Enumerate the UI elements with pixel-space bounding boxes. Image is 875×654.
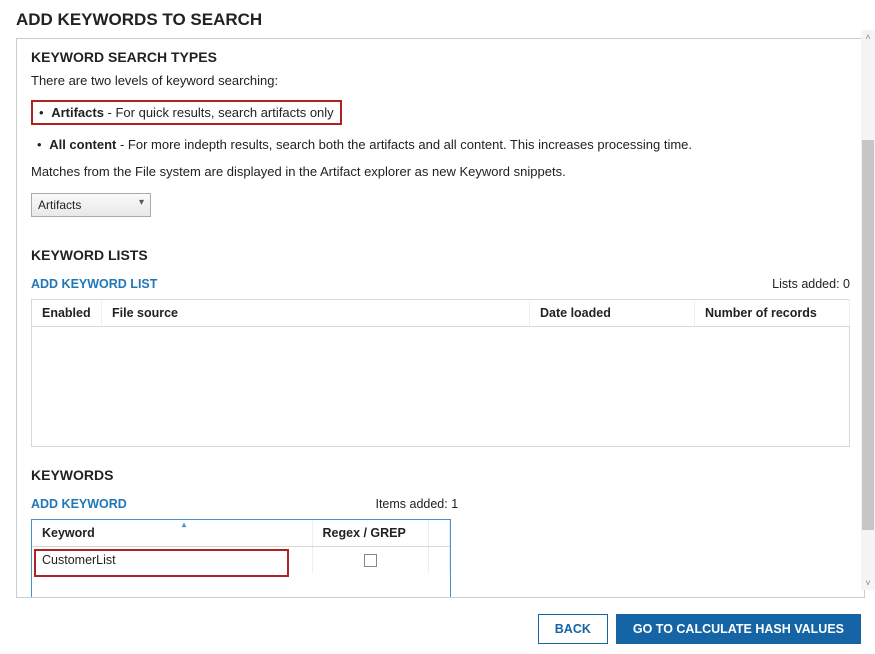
add-keyword-list-link[interactable]: ADD KEYWORD LIST — [31, 277, 157, 291]
add-keyword-link[interactable]: ADD KEYWORD — [31, 497, 127, 511]
keyword-lists-table: Enabled File source Date loaded Number o… — [31, 299, 850, 447]
search-types-heading: KEYWORD SEARCH TYPES — [31, 49, 850, 65]
col-regex[interactable]: Regex / GREP — [312, 520, 429, 547]
footer-buttons: BACK GO TO CALCULATE HASH VALUES — [538, 614, 861, 644]
lists-added-count: Lists added: 0 — [772, 277, 850, 291]
table-header-row: Enabled File source Date loaded Number o… — [32, 300, 850, 327]
col-keyword-label: Keyword — [42, 526, 95, 540]
search-type-dropdown[interactable]: Artifacts — [31, 193, 151, 217]
bullet-icon: • — [37, 137, 42, 152]
artifacts-label: Artifacts — [51, 105, 104, 120]
regex-cell[interactable] — [312, 547, 429, 574]
artifacts-desc: - For quick results, search artifacts on… — [104, 105, 334, 120]
regex-checkbox[interactable] — [364, 554, 377, 567]
search-types-intro: There are two levels of keyword searchin… — [31, 73, 850, 88]
back-button[interactable]: BACK — [538, 614, 608, 644]
sort-indicator-icon: ▴ — [182, 520, 186, 529]
keywords-heading: KEYWORDS — [31, 467, 850, 483]
allcontent-label: All content — [49, 137, 116, 152]
scrollbar-track[interactable]: ˄ ˅ — [861, 30, 875, 590]
col-file-source[interactable]: File source — [102, 300, 530, 327]
go-to-calculate-hash-button[interactable]: GO TO CALCULATE HASH VALUES — [616, 614, 861, 644]
col-num-records[interactable]: Number of records — [695, 300, 850, 327]
col-enabled[interactable]: Enabled — [32, 300, 102, 327]
main-panel: KEYWORD SEARCH TYPES There are two level… — [16, 38, 865, 598]
col-spacer — [429, 520, 450, 547]
keyword-cell[interactable]: CustomerList — [32, 547, 312, 574]
matches-note: Matches from the File system are display… — [31, 164, 850, 179]
allcontent-option: • All content - For more indepth results… — [31, 133, 850, 156]
items-added-count: Items added: 1 — [375, 497, 458, 511]
scroll-up-arrow-icon[interactable]: ˄ — [861, 30, 875, 44]
page-title: ADD KEYWORDS TO SEARCH — [0, 0, 875, 38]
table-header-row: Keyword ▴ Regex / GREP — [32, 520, 450, 547]
scroll-down-arrow-icon[interactable]: ˅ — [861, 576, 875, 590]
allcontent-desc: - For more indepth results, search both … — [116, 137, 692, 152]
artifacts-option: • Artifacts - For quick results, search … — [31, 100, 342, 125]
table-row[interactable]: CustomerList — [32, 547, 450, 574]
col-date-loaded[interactable]: Date loaded — [530, 300, 695, 327]
keywords-table-wrap: Keyword ▴ Regex / GREP CustomerList — [31, 519, 451, 598]
bullet-icon: • — [39, 105, 44, 120]
keywords-table: Keyword ▴ Regex / GREP CustomerList — [32, 520, 450, 573]
dropdown-value: Artifacts — [38, 198, 81, 212]
keyword-lists-heading: KEYWORD LISTS — [31, 247, 850, 263]
col-keyword[interactable]: Keyword ▴ — [32, 520, 312, 547]
lists-empty-body — [32, 327, 850, 447]
scrollbar-thumb[interactable] — [862, 140, 874, 530]
